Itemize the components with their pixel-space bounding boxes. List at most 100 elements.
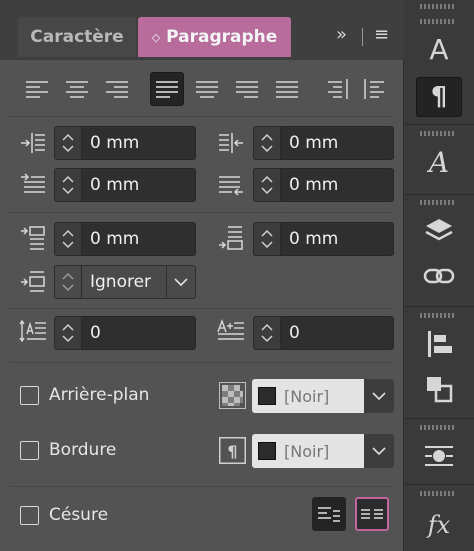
link-icon — [423, 268, 455, 284]
left-indent-stepper[interactable] — [54, 126, 82, 160]
chevron-down-icon — [174, 278, 188, 287]
justify-left-icon — [156, 81, 178, 98]
pathfinder-button[interactable] — [416, 369, 462, 409]
align-to-grid-select[interactable]: Ignorer — [82, 265, 168, 299]
space-before-icon — [18, 223, 48, 253]
background-color-dropdown[interactable] — [364, 379, 394, 413]
dock-separator — [405, 124, 474, 125]
columns-icon — [361, 509, 383, 519]
justify-center-button[interactable] — [190, 72, 224, 106]
color-swatch — [258, 387, 276, 405]
section-divider — [10, 486, 394, 487]
right-indent-icon — [216, 128, 246, 158]
space-before-stepper[interactable] — [54, 222, 82, 256]
justify-all-button[interactable] — [270, 72, 304, 106]
align-away-from-spine-button[interactable] — [358, 72, 392, 106]
fx-icon: fx — [427, 511, 451, 539]
drop-cap-lines-stepper[interactable] — [54, 316, 82, 350]
space-after-input[interactable]: 0 mm — [281, 222, 394, 256]
tab-paragraph-label: Paragraphe — [166, 27, 278, 47]
chevron-updown-icon: ◇ — [151, 30, 161, 44]
pathfinder-icon — [427, 377, 453, 403]
dock-grip[interactable] — [420, 4, 456, 9]
tab-character-label: Caractère — [30, 27, 124, 47]
align-center-button[interactable] — [60, 72, 94, 106]
dock-separator — [405, 484, 474, 485]
dock-grip[interactable] — [420, 200, 456, 205]
panel-menu-icon[interactable]: ≡ — [374, 24, 389, 45]
effects-button[interactable]: fx — [416, 505, 462, 545]
justify-left-button[interactable] — [150, 72, 184, 106]
space-after-stepper[interactable] — [253, 222, 281, 256]
border-color-select[interactable]: [Noir] — [252, 434, 364, 468]
span-columns-button[interactable] — [355, 497, 389, 531]
tab-character[interactable]: Caractère — [18, 17, 136, 57]
tab-paragraph[interactable]: ◇ Paragraphe — [138, 17, 291, 57]
dock-grip[interactable] — [420, 313, 456, 318]
align-objects-button[interactable] — [416, 324, 462, 364]
last-line-indent-input[interactable]: 0 mm — [281, 168, 394, 202]
right-indent-input[interactable]: 0 mm — [281, 126, 394, 160]
first-line-indent-input[interactable]: 0 mm — [82, 168, 196, 202]
ragged-lines-icon — [318, 507, 340, 522]
align-away-from-spine-icon — [364, 79, 384, 99]
dock-separator — [405, 418, 474, 419]
drop-cap-lines-input[interactable]: 0 — [82, 316, 196, 350]
dock-grip[interactable] — [420, 19, 456, 24]
drop-cap-chars-input[interactable]: 0 — [281, 316, 394, 350]
left-indent-input[interactable]: 0 mm — [82, 126, 196, 160]
layers-button[interactable] — [416, 211, 462, 251]
links-button[interactable] — [416, 256, 462, 296]
background-color-select[interactable]: [Noir] — [252, 379, 364, 413]
hyphenation-label: Césure — [49, 505, 109, 525]
justify-center-icon — [196, 81, 218, 98]
dock-grip[interactable] — [420, 491, 456, 496]
text-wrap-button[interactable] — [416, 436, 462, 476]
right-indent-stepper[interactable] — [253, 126, 281, 160]
last-line-indent-stepper[interactable] — [253, 168, 281, 202]
background-color-value: [Noir] — [284, 386, 330, 406]
paragraph-icon: ¶ — [430, 82, 448, 112]
align-left-button[interactable] — [20, 72, 54, 106]
character-styles-icon: A — [428, 146, 450, 179]
tab-divider — [362, 28, 363, 46]
align-center-icon — [66, 81, 88, 98]
grid-swatch-icon[interactable] — [219, 382, 246, 409]
justify-right-button[interactable] — [230, 72, 264, 106]
dock-grip[interactable] — [420, 425, 456, 430]
border-checkbox[interactable] — [20, 441, 39, 460]
dock-separator — [405, 194, 474, 195]
align-toward-spine-icon — [328, 79, 348, 99]
section-divider — [10, 308, 394, 309]
section-divider — [10, 362, 394, 363]
hyphenation-checkbox[interactable] — [20, 506, 39, 525]
align-objects-icon — [428, 331, 452, 357]
align-right-button[interactable] — [100, 72, 134, 106]
drop-cap-chars-stepper[interactable] — [253, 316, 281, 350]
paragraph-panel: Caractère ◇ Paragraphe » ≡ 0 mm 0 mm 0 m… — [0, 0, 404, 551]
paragraph-panel-button[interactable]: ¶ — [416, 77, 462, 117]
dock-grip[interactable] — [420, 131, 456, 136]
paragraph-border-icon[interactable]: ¶ — [219, 437, 246, 464]
section-divider — [10, 212, 394, 213]
align-right-icon — [106, 81, 128, 98]
text-wrap-icon — [425, 446, 453, 466]
first-line-indent-stepper[interactable] — [54, 168, 82, 202]
align-toward-spine-button[interactable] — [320, 72, 354, 106]
chevron-down-icon — [372, 447, 386, 456]
panel-dock: A ¶ A fx — [405, 0, 474, 551]
align-to-grid-stepper[interactable] — [54, 265, 82, 299]
chevron-down-icon — [372, 392, 386, 401]
border-color-dropdown[interactable] — [364, 434, 394, 468]
space-before-input[interactable]: 0 mm — [82, 222, 196, 256]
character-styles-button[interactable]: A — [416, 143, 462, 183]
panel-overflow-icon[interactable]: » — [336, 24, 347, 45]
space-after-icon — [216, 223, 246, 253]
justify-all-icon — [276, 81, 298, 98]
dock-separator — [405, 306, 474, 307]
character-panel-button[interactable]: A — [416, 30, 462, 70]
balance-ragged-lines-button[interactable] — [312, 497, 346, 531]
align-to-grid-dropdown[interactable] — [166, 265, 196, 299]
background-checkbox[interactable] — [20, 386, 39, 405]
color-swatch — [258, 442, 276, 460]
